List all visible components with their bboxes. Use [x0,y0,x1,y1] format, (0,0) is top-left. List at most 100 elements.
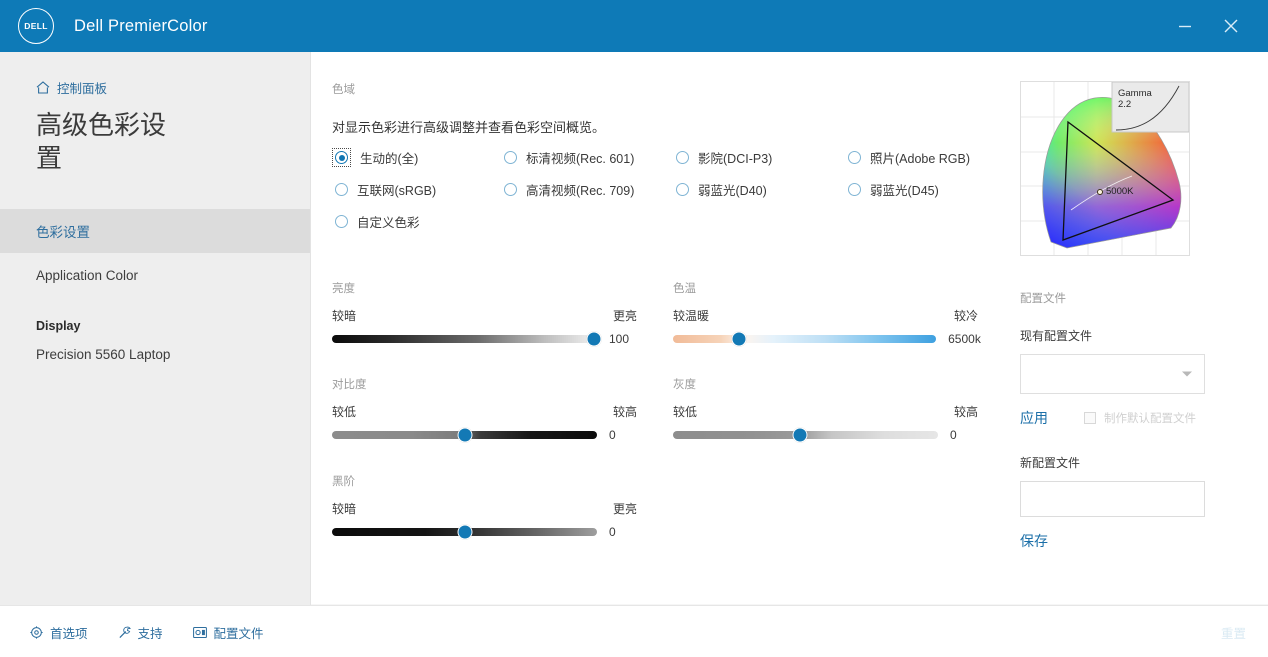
grayscale-slider-block: 灰度 较低 较高 0 [673,376,978,442]
gamut-option-rec601[interactable]: 标清视频(Rec. 601) [504,148,676,167]
gamut-option-lowblue-d45[interactable]: 弱蓝光(D45) [848,180,939,199]
footer-item-label: 配置文件 [214,623,264,642]
gamut-option-lowblue-d40[interactable]: 弱蓝光(D40) [676,180,848,199]
contrast-title: 对比度 [332,376,637,392]
gamut-option-label: 高清视频(Rec. 709) [526,180,634,199]
contrast-right-label: 较高 [613,403,637,420]
existing-profile-select[interactable] [1020,354,1205,394]
temperature-slider-row: 6500k [673,332,978,346]
contrast-slider-thumb[interactable] [457,428,472,443]
gamut-description: 对显示色彩进行高级调整并查看色彩空间概览。 [332,117,605,136]
save-button[interactable]: 保存 [1020,533,1048,549]
minimize-icon [1177,18,1193,34]
gamut-radio-row: 自定义色彩 [332,212,992,231]
profile-panel: 配置文件 现有配置文件 应用 制作默认配置文件 新配置文件 保存 [1020,290,1235,551]
make-default-profile-checkbox-row[interactable]: 制作默认配置文件 [1084,410,1196,426]
breadcrumb-label: 控制面板 [57,78,107,97]
temperature-value: 6500k [948,332,978,346]
gamut-option-vivid-full[interactable]: 生动的(全) [332,148,504,167]
radio-icon[interactable] [676,151,689,164]
page-title: 高级色彩设置 [36,109,186,175]
radio-icon[interactable] [335,215,348,228]
grayscale-end-labels: 较低 较高 [673,403,978,420]
grayscale-left-label: 较低 [673,403,697,420]
gamut-option-adobe-rgb[interactable]: 照片(Adobe RGB) [848,148,970,167]
gamut-option-label: 标清视频(Rec. 601) [526,148,634,167]
radio-icon[interactable] [504,183,517,196]
gamut-option-rec709[interactable]: 高清视频(Rec. 709) [504,180,676,199]
sidebar-item-application-color[interactable]: Application Color [0,253,310,297]
black-level-slider-thumb[interactable] [457,525,472,540]
new-profile-input[interactable] [1020,481,1205,517]
brightness-right-label: 更亮 [613,307,637,324]
gamut-option-dci-p3[interactable]: 影院(DCI-P3) [676,148,848,167]
grayscale-slider-thumb[interactable] [793,428,808,443]
gamut-option-srgb[interactable]: 互联网(sRGB) [332,180,504,199]
grayscale-title: 灰度 [673,376,978,392]
brightness-title: 亮度 [332,280,637,296]
temperature-slider-thumb[interactable] [731,332,746,347]
window-controls [1162,0,1268,52]
black-level-slider-track[interactable] [332,528,597,536]
white-point-text: 5000K [1106,186,1133,197]
dell-premiercolor-window: DELL Dell PremierColor 控制面板 [0,0,1268,657]
grayscale-slider-track[interactable] [673,431,938,439]
gamut-option-custom-color[interactable]: 自定义色彩 [332,212,504,231]
display-heading: Display [36,319,310,333]
brightness-slider-row: 100 [332,332,637,346]
close-icon [1222,17,1240,35]
close-button[interactable] [1208,0,1254,52]
chevron-down-icon [1182,372,1192,377]
reset-button[interactable]: 重置 [1221,606,1246,657]
profile-icon [193,626,207,639]
radio-icon[interactable] [335,151,348,164]
wrench-icon [118,626,131,639]
black-level-slider-row: 0 [332,525,637,539]
black-level-value: 0 [609,525,637,539]
checkbox-icon[interactable] [1084,412,1096,424]
dell-logo-icon: DELL [18,8,54,44]
white-point-dot-icon [1097,189,1103,195]
focus-ring [332,148,351,167]
radio-icon[interactable] [504,151,517,164]
contrast-slider-track[interactable] [332,431,597,439]
dell-logo-text: DELL [24,21,47,31]
gamut-radio-row: 互联网(sRGB) 高清视频(Rec. 709) 弱蓝光(D40) 弱蓝光(D4… [332,180,992,199]
brightness-end-labels: 较暗 更亮 [332,307,637,324]
gamut-option-label: 生动的(全) [360,148,418,167]
grayscale-slider-row: 0 [673,428,978,442]
black-level-end-labels: 较暗 更亮 [332,500,637,517]
sidebar: 控制面板 高级色彩设置 色彩设置 Application Color Displ… [0,52,311,605]
contrast-slider-block: 对比度 较低 较高 0 [332,376,637,442]
make-default-profile-label: 制作默认配置文件 [1104,410,1196,426]
footer-preferences-button[interactable]: 首选项 [30,623,88,642]
radio-icon[interactable] [335,183,348,196]
radio-icon[interactable] [676,183,689,196]
breadcrumb[interactable]: 控制面板 [36,78,310,97]
footer-actions: 首选项 支持 配置文件 [30,606,264,657]
new-profile-label: 新配置文件 [1020,454,1235,471]
cie-diagram-svg [1021,82,1189,255]
apply-button[interactable]: 应用 [1020,408,1048,428]
radio-icon[interactable] [848,183,861,196]
apply-row: 应用 制作默认配置文件 [1020,408,1235,428]
minimize-button[interactable] [1162,0,1208,52]
brightness-left-label: 较暗 [332,307,356,324]
gamut-option-label: 互联网(sRGB) [357,180,436,199]
gamma-label: Gamma 2.2 [1118,88,1152,110]
gamut-option-label: 照片(Adobe RGB) [870,148,970,167]
grayscale-right-label: 较高 [954,403,978,420]
footer-item-label: 首选项 [50,623,88,642]
cie-chromaticity-diagram: Gamma 2.2 5000K [1020,81,1190,256]
gear-icon [30,626,43,639]
brightness-slider-track[interactable] [332,335,597,343]
brightness-slider-thumb[interactable] [587,332,602,347]
grayscale-value: 0 [950,428,978,442]
black-level-slider-block: 黑阶 较暗 更亮 0 [332,473,637,539]
temperature-slider-track[interactable] [673,335,936,343]
sidebar-item-color-settings[interactable]: 色彩设置 [0,209,310,253]
gamut-option-label: 自定义色彩 [357,212,420,231]
radio-icon[interactable] [848,151,861,164]
footer-profile-button[interactable]: 配置文件 [193,623,264,642]
footer-support-button[interactable]: 支持 [118,623,163,642]
